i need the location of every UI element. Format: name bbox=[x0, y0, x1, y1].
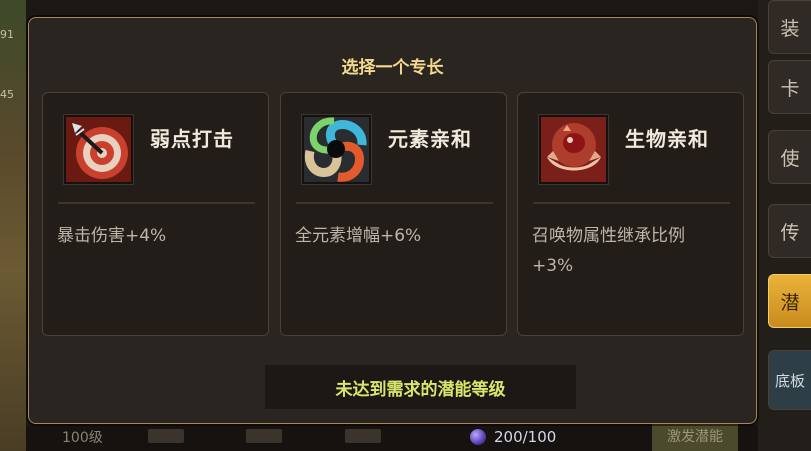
side-tab-equip[interactable]: 装 bbox=[768, 0, 811, 54]
side-tab-potential[interactable]: 潜 bbox=[768, 274, 811, 328]
resource-value: 200/100 bbox=[494, 428, 557, 446]
perk-name: 生物亲和 bbox=[625, 127, 709, 151]
divider bbox=[296, 202, 493, 204]
side-tab-inherit[interactable]: 传 bbox=[768, 204, 811, 258]
divider bbox=[533, 202, 730, 204]
perk-card-weakpoint[interactable]: 弱点打击 暴击伤害+4% bbox=[42, 92, 269, 336]
perk-description: 全元素增幅+6% bbox=[295, 226, 422, 246]
target-arrow-icon bbox=[63, 114, 134, 185]
activate-potential-button[interactable]: 激发潜能 bbox=[652, 420, 738, 451]
requirement-status-message: 未达到需求的潜能等级 bbox=[265, 365, 576, 409]
perk-name: 元素亲和 bbox=[388, 127, 472, 151]
perk-card-element[interactable]: 元素亲和 全元素增幅+6% bbox=[280, 92, 507, 336]
mp-value: 45 bbox=[0, 88, 14, 101]
bottom-bar-background bbox=[26, 426, 758, 451]
level-label: 100级 bbox=[62, 430, 103, 446]
level-dropdown-2[interactable] bbox=[246, 429, 282, 443]
perk-name: 弱点打击 bbox=[150, 127, 234, 151]
game-world-background bbox=[0, 0, 26, 451]
hands-creature-icon bbox=[538, 114, 609, 185]
resource-counter: 200/100 bbox=[470, 428, 556, 446]
dialog-title: 选择一个专长 bbox=[341, 58, 444, 78]
side-tab-card[interactable]: 卡 bbox=[768, 60, 811, 114]
side-tab-base[interactable]: 底板 bbox=[768, 350, 811, 410]
side-tab-use[interactable]: 使 bbox=[768, 130, 811, 184]
element-swirl-icon bbox=[301, 114, 372, 185]
level-dropdown-3[interactable] bbox=[345, 429, 381, 443]
level-dropdown-1[interactable] bbox=[148, 429, 184, 443]
perk-description: 暴击伤害+4% bbox=[57, 226, 167, 246]
potential-orb-icon bbox=[470, 429, 486, 445]
divider bbox=[58, 202, 255, 204]
hp-value: 91 bbox=[0, 28, 14, 41]
perk-card-creature[interactable]: 生物亲和 召唤物属性继承比例 +3% bbox=[517, 92, 744, 336]
perk-description: 召唤物属性继承比例 +3% bbox=[532, 226, 685, 276]
perk-select-dialog: 选择一个专长 弱点打击 暴击伤害+4% 元素亲和 全元素增幅+6% 生物亲和 召… bbox=[28, 17, 757, 424]
